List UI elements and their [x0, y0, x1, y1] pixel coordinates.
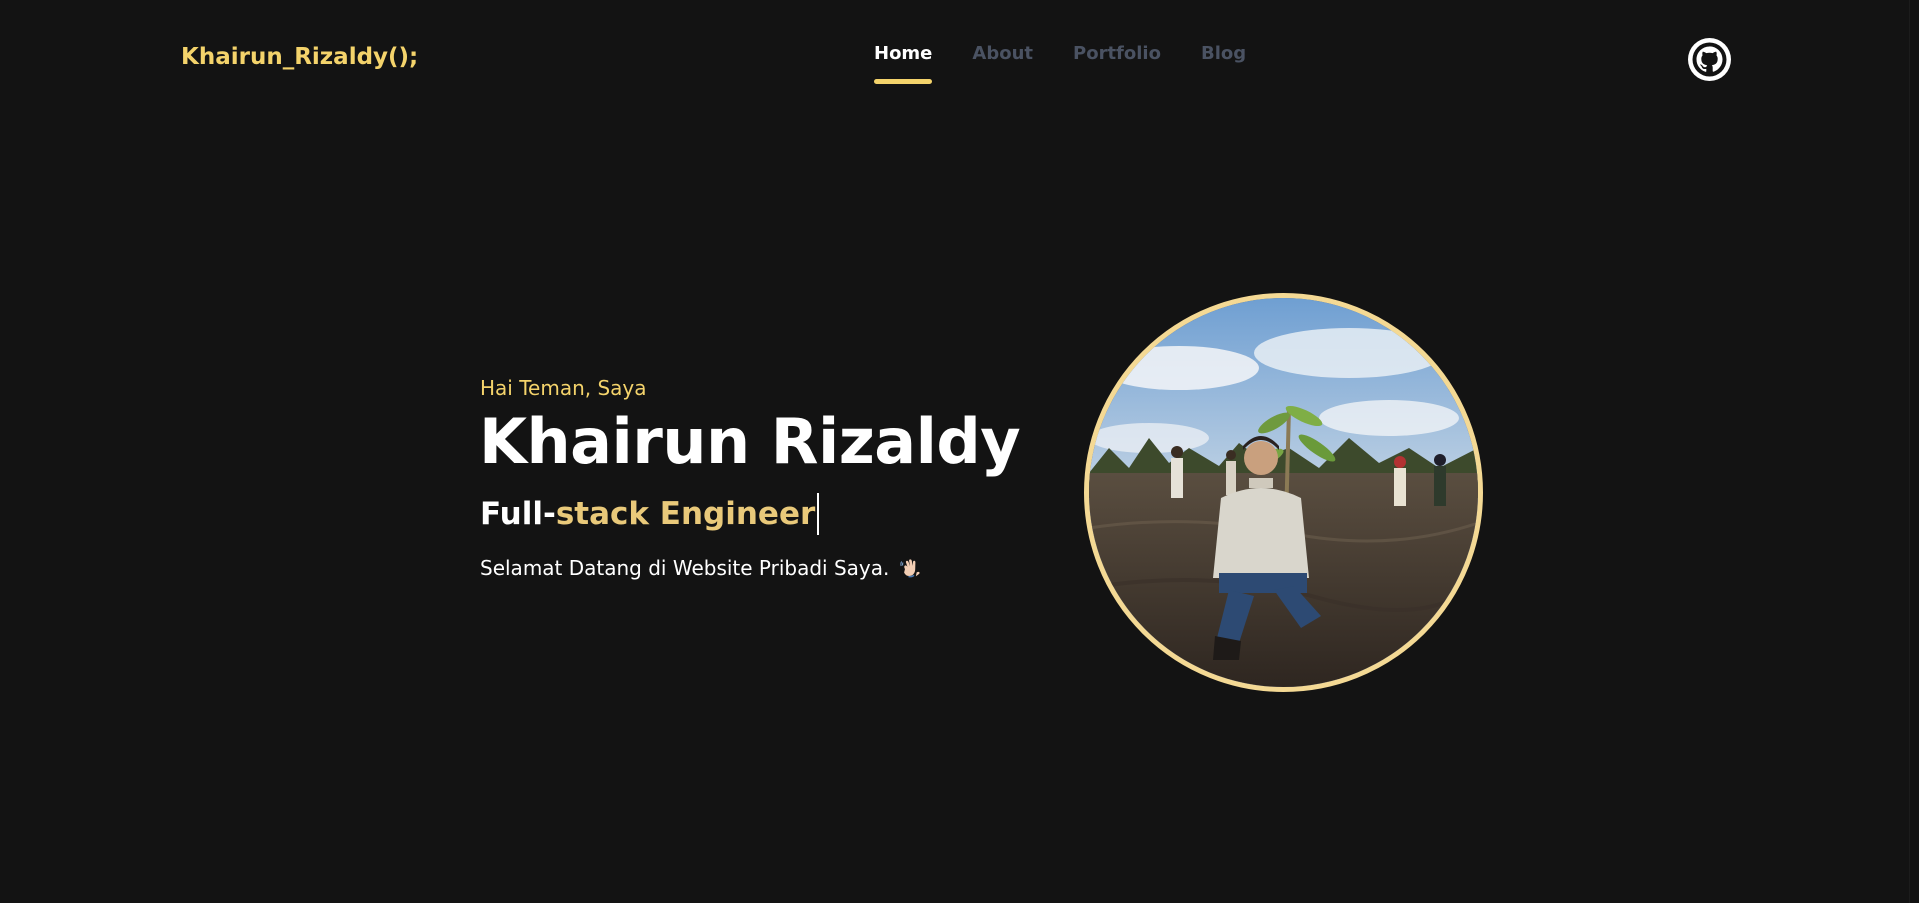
- nav-blog-label: Blog: [1200, 43, 1247, 64]
- nav-blog[interactable]: Blog: [1201, 43, 1246, 64]
- profile-photo: [1084, 293, 1483, 692]
- hero-greeting: Hai Teman, Saya: [480, 376, 647, 400]
- main-nav: Home About Portfolio Blog: [874, 43, 1246, 84]
- typing-cursor: [817, 493, 820, 535]
- nav-home-label: Home: [874, 43, 933, 64]
- page-scrollbar[interactable]: [1909, 0, 1919, 903]
- hero-name: Khairun Rizaldy: [479, 405, 1021, 478]
- hero-welcome-text: Selamat Datang di Website Pribadi Saya.: [480, 556, 890, 580]
- hero-welcome: Selamat Datang di Website Pribadi Saya.: [480, 556, 923, 580]
- hero-role-part2: stack Engineer: [555, 496, 816, 532]
- nav-home[interactable]: Home: [874, 43, 933, 84]
- hero-role-part1: Full-: [480, 496, 556, 532]
- hero-role: Full- stack Engineer: [480, 493, 820, 535]
- nav-about-label: About: [972, 43, 1034, 64]
- nav-portfolio-label: Portfolio: [1073, 43, 1161, 64]
- waving-hand-icon: [899, 556, 923, 580]
- nav-about[interactable]: About: [972, 43, 1033, 64]
- github-icon[interactable]: [1688, 38, 1731, 81]
- nav-active-indicator: [874, 79, 933, 84]
- nav-portfolio[interactable]: Portfolio: [1073, 43, 1161, 64]
- site-logo[interactable]: Khairun_Rizaldy();: [181, 44, 418, 70]
